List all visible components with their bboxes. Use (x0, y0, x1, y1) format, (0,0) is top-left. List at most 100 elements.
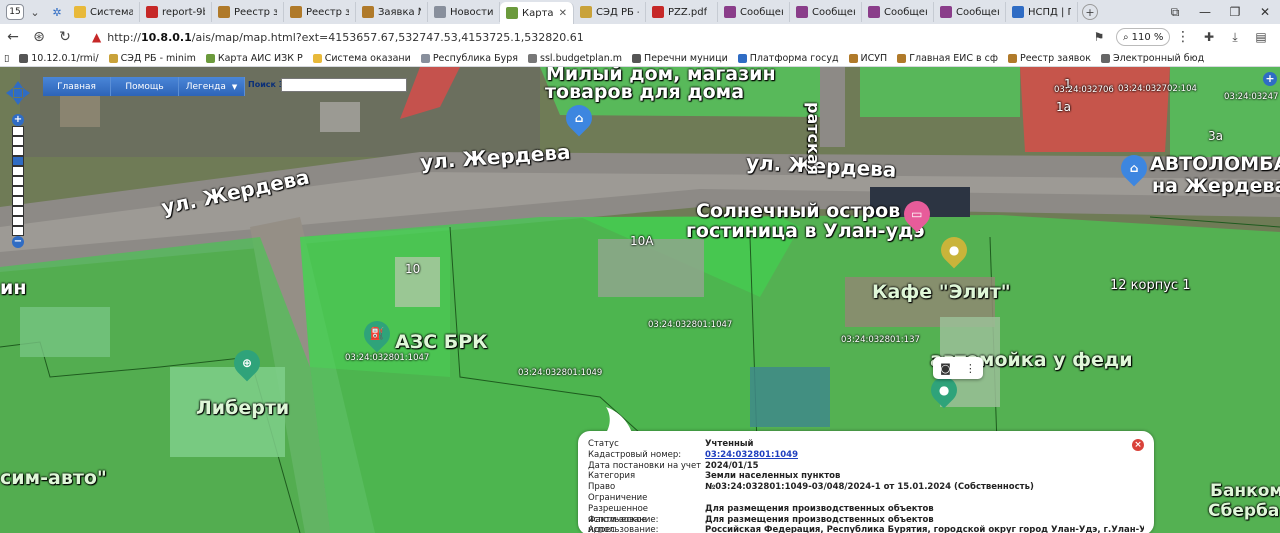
parcel-number[interactable]: 03:24:032706 (1054, 85, 1114, 95)
back-arrow-icon[interactable]: ← (0, 26, 26, 48)
reload-icon[interactable]: ↻ (52, 26, 78, 48)
cloud-icon (580, 6, 592, 18)
snip-toolbar: ◙ ⋮ (933, 357, 983, 379)
bookmark-favicon-icon (897, 53, 907, 63)
browser-tab[interactable]: НСПД | Ге (1006, 2, 1078, 22)
bookmark-item[interactable]: Электронный бюд (1097, 53, 1210, 64)
camera-icon[interactable]: ◙ (940, 362, 951, 375)
bookmark-item[interactable]: Платформа госуд (734, 53, 845, 64)
bookmark-item[interactable]: Реестр заявок (1004, 53, 1097, 64)
bookmark-item[interactable]: Карта АИС ИЗК Р (202, 53, 309, 64)
hammer-icon (290, 6, 302, 18)
parcel-number[interactable]: 03:24:032801:1049 (518, 368, 602, 378)
browser-tab[interactable]: PZZ.pdf (646, 2, 718, 22)
popup-field-label: Фактическое использование: (588, 514, 659, 533)
parcel-number[interactable]: 03:24:03247 (1224, 92, 1278, 102)
browser-tab[interactable]: СЭД РБ - г (574, 2, 646, 22)
yandex-icon[interactable]: ⊛ (26, 26, 52, 48)
zoom-level-slot[interactable] (12, 176, 24, 186)
spiral-icon (796, 6, 808, 18)
browser-tab[interactable]: Сообщен (718, 2, 790, 22)
bookmark-item[interactable]: Перечни муници (628, 53, 734, 64)
parcel-number[interactable]: 03:24:032801:1047 (648, 320, 732, 330)
bookmark-label: 10.12.0.1/rmi/ (31, 52, 99, 64)
bookmark-item[interactable]: 10.12.0.1/rmi/ (15, 53, 104, 64)
zoom-level-slot[interactable] (12, 186, 24, 196)
zoom-level-slot[interactable] (12, 216, 24, 226)
tab-manager-icon[interactable]: ⧉ (1160, 0, 1190, 24)
bookmark-item[interactable]: ssl.budgetplan.m (524, 53, 628, 64)
bookmark-item[interactable]: СЭД РБ - minim (105, 53, 202, 64)
popup-field-value: Учтенный (705, 439, 754, 449)
zoom-level-slot[interactable] (12, 206, 24, 216)
zoom-level-slot[interactable] (12, 146, 24, 156)
poi-azs-label: АЗС БРК (395, 331, 488, 353)
map-add-icon[interactable]: + (1263, 72, 1277, 86)
pan-arrows-icon[interactable] (6, 81, 30, 105)
browser-tab[interactable]: Система с (68, 2, 140, 22)
browser-tab[interactable]: Сообщен (934, 2, 1006, 22)
zoom-level-slot[interactable] (12, 156, 24, 166)
browser-tab[interactable]: Карта А ✕ (500, 2, 574, 24)
map-home-button[interactable]: Главная (43, 77, 111, 96)
close-tab-icon[interactable]: ✕ (559, 8, 567, 19)
browser-tab[interactable]: Заявка № (356, 2, 428, 22)
browser-tab[interactable]: Реестр зая (284, 2, 356, 22)
zoom-level-slot[interactable] (12, 136, 24, 146)
zoom-level-slot[interactable] (12, 126, 24, 136)
downloads-icon[interactable]: ⤓ (1222, 26, 1248, 48)
bookmark-item[interactable]: ИСУП (845, 53, 894, 64)
map-canvas[interactable]: ул. Жердева ул. Жердева ул. Жердева ратс… (0, 67, 1280, 533)
zoom-level-slot[interactable] (12, 166, 24, 176)
search-parcel-input[interactable] (281, 78, 407, 92)
browser-tab[interactable]: report-9b (140, 2, 212, 22)
parcel-number[interactable]: 03:24:032801:137 (841, 335, 920, 345)
browser-tab[interactable]: Сообщен (862, 2, 934, 22)
url-path: /ais/map/map.html?ext=4153657.67,532747.… (191, 30, 584, 44)
zoom-in-icon[interactable]: + (12, 114, 24, 126)
poi-lombard-label: АВТОЛОМБА (1150, 153, 1280, 175)
browser-tab[interactable]: Новости (428, 2, 500, 22)
more-icon[interactable]: ⋮ (965, 362, 976, 375)
browser-tab[interactable]: Реестр за (212, 2, 284, 22)
cloud-icon (434, 6, 446, 18)
sidebar-icon[interactable]: ▤ (1248, 26, 1274, 48)
bookmark-label: Карта АИС ИЗК Р (217, 52, 303, 64)
bookmark-item[interactable]: Система оказани (309, 53, 417, 64)
zoom-value: 110 % (1131, 31, 1164, 43)
tab-list-chevron-icon[interactable]: ⌄ (24, 3, 46, 21)
browser-tab[interactable]: Сообщен (790, 2, 862, 22)
url-field[interactable]: ▲ http://10.8.0.1/ais/map/map.html?ext=4… (92, 27, 1112, 47)
zoom-level-slot[interactable] (12, 196, 24, 206)
map-legend-button[interactable]: Легенда ▼ (179, 77, 245, 96)
extensions-icon[interactable]: ✚ (1196, 26, 1222, 48)
zoom-out-icon[interactable]: − (12, 236, 24, 248)
bookmark-flag-icon[interactable]: ⚑ (1086, 26, 1112, 48)
zoom-indicator[interactable]: ⌕ 110 % (1116, 28, 1171, 46)
close-popup-icon[interactable]: × (1132, 439, 1144, 451)
parcel-number[interactable]: 03:24:032801:1047 (345, 353, 429, 363)
spiral-icon (868, 6, 880, 18)
bookmark-favicon-icon (1100, 53, 1110, 63)
new-tab-plus-icon[interactable]: + (1082, 4, 1098, 20)
more-menu-icon[interactable]: ⋮ (1170, 26, 1196, 48)
url-host: 10.8.0.1 (140, 30, 192, 44)
zoom-level-slot[interactable] (12, 226, 24, 236)
tab-count-badge[interactable]: 15 (6, 4, 24, 20)
gear-icon[interactable]: ✲ (46, 3, 68, 21)
parcel-number[interactable]: 03:24:032702:104 (1118, 84, 1197, 94)
cadastral-number-link[interactable]: 03:24:032801:1049 (705, 450, 798, 461)
close-window-icon[interactable]: ✕ (1250, 0, 1280, 24)
tab-label: Новости (450, 6, 493, 18)
bookmark-item[interactable]: Главная ЕИС в сф (893, 53, 1004, 64)
warning-triangle-icon[interactable]: ▲ (92, 30, 101, 44)
bookmark-favicon-icon (108, 53, 118, 63)
restore-icon[interactable]: ❐ (1220, 0, 1250, 24)
bookmark-favicon-icon (737, 53, 747, 63)
bookmark-item[interactable]: Республика Буря (417, 53, 524, 64)
map-help-button[interactable]: Помощь (111, 77, 179, 96)
bookmark-label: Система оказани (324, 52, 411, 64)
bookmarks-page-icon: ▯ (4, 52, 10, 64)
zoom-slider[interactable]: + − (12, 114, 24, 268)
minimize-icon[interactable]: — (1190, 0, 1220, 24)
